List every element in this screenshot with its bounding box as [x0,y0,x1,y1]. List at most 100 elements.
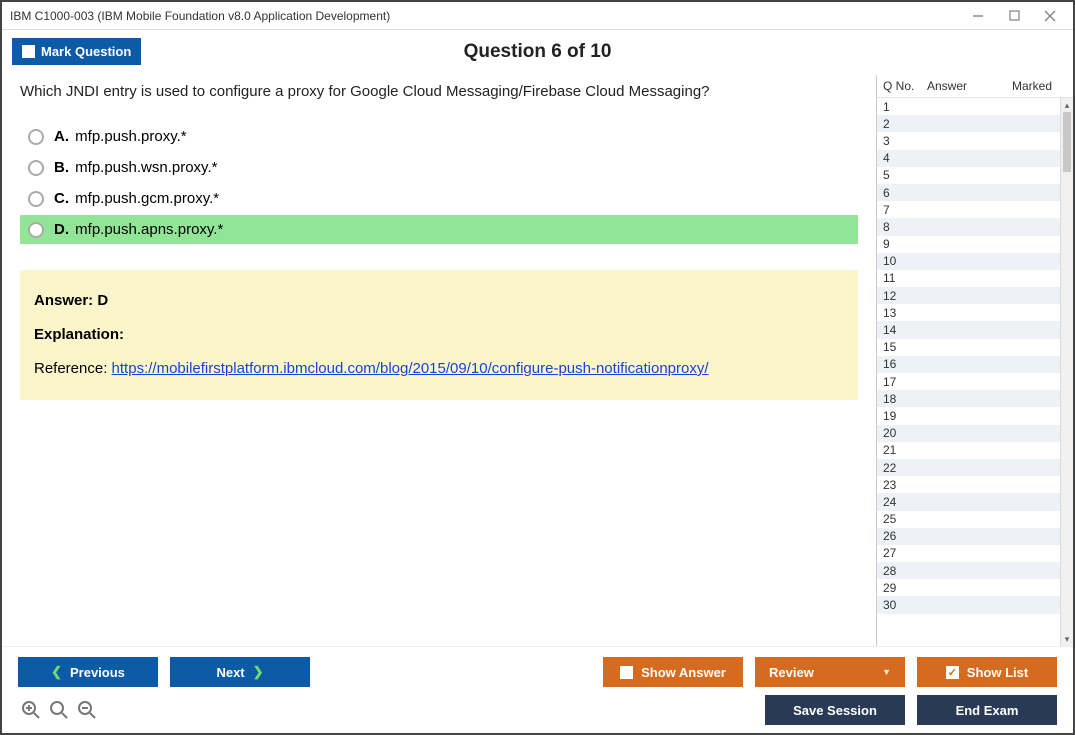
list-item[interactable]: 23 [877,476,1060,493]
review-dropdown[interactable]: Review ▼ [755,657,905,687]
list-item[interactable]: 30 [877,596,1060,613]
list-item[interactable]: 2 [877,115,1060,132]
review-label: Review [769,665,814,680]
mark-question-button[interactable]: Mark Question [12,38,141,65]
zoom-controls [18,699,98,721]
list-item[interactable]: 15 [877,339,1060,356]
scroll-up-icon[interactable]: ▴ [1061,98,1073,112]
answer-explanation-box: Answer: D Explanation: Reference: https:… [20,270,858,400]
sidebar-header: Q No. Answer Marked [877,75,1073,98]
checked-icon: ✓ [946,666,959,679]
list-item[interactable]: 16 [877,356,1060,373]
mark-question-label: Mark Question [41,44,131,59]
sidebar-body: 1234567891011121314151617181920212223242… [877,98,1073,646]
option-D[interactable]: D. mfp.push.apns.proxy.* [20,215,858,244]
chevron-down-icon: ▼ [882,667,891,677]
option-C[interactable]: C. mfp.push.gcm.proxy.* [20,184,858,213]
save-label: Save Session [793,703,877,718]
option-text: C. mfp.push.gcm.proxy.* [54,190,219,207]
next-button[interactable]: Next ❯ [170,657,310,687]
scrollbar[interactable]: ▴ ▾ [1060,98,1073,646]
reference-link[interactable]: https://mobilefirstplatform.ibmcloud.com… [112,360,709,377]
show-list-button[interactable]: ✓ Show List [917,657,1057,687]
list-item[interactable]: 20 [877,425,1060,442]
list-item[interactable]: 28 [877,562,1060,579]
options-list: A. mfp.push.proxy.* B. mfp.push.wsn.proxy… [20,122,858,244]
end-exam-button[interactable]: End Exam [917,695,1057,725]
option-text: B. mfp.push.wsn.proxy.* [54,159,217,176]
maximize-icon[interactable] [1005,7,1023,25]
option-text: A. mfp.push.proxy.* [54,128,187,145]
save-session-button[interactable]: Save Session [765,695,905,725]
list-item[interactable]: 18 [877,390,1060,407]
sidebar-rows: 1234567891011121314151617181920212223242… [877,98,1060,646]
list-item[interactable]: 6 [877,184,1060,201]
list-item[interactable]: 26 [877,528,1060,545]
question-list-sidebar: Q No. Answer Marked 12345678910111213141… [876,75,1073,646]
content-area: Which JNDI entry is used to configure a … [2,75,1073,646]
topbar: Mark Question Question 6 of 10 [2,30,1073,75]
list-item[interactable]: 21 [877,442,1060,459]
list-item[interactable]: 14 [877,321,1060,338]
zoom-in-icon[interactable] [20,699,42,721]
radio-icon [28,191,44,207]
list-item[interactable]: 19 [877,407,1060,424]
list-item[interactable]: 10 [877,253,1060,270]
list-item[interactable]: 29 [877,579,1060,596]
show-answer-label: Show Answer [641,665,726,680]
zoom-reset-icon[interactable] [48,699,70,721]
question-panel: Which JNDI entry is used to configure a … [2,75,876,646]
checkbox-icon [22,45,35,58]
window-title: IBM C1000-003 (IBM Mobile Foundation v8.… [10,9,969,23]
button-row-2: Save Session End Exam [18,695,1057,725]
question-header: Question 6 of 10 [464,41,612,63]
reference-label: Reference: [34,360,112,377]
list-item[interactable]: 4 [877,150,1060,167]
bottom-bar: ❮ Previous Next ❯ Show Answer Review ▼ ✓… [2,646,1073,733]
show-list-label: Show List [967,665,1028,680]
list-item[interactable]: 7 [877,201,1060,218]
button-row-1: ❮ Previous Next ❯ Show Answer Review ▼ ✓… [18,657,1057,687]
next-label: Next [216,665,244,680]
list-item[interactable]: 9 [877,236,1060,253]
col-qno: Q No. [883,79,927,93]
col-marked: Marked [997,79,1067,93]
previous-label: Previous [70,665,125,680]
question-text: Which JNDI entry is used to configure a … [20,81,858,102]
zoom-out-icon[interactable] [76,699,98,721]
option-text: D. mfp.push.apns.proxy.* [54,221,223,238]
previous-button[interactable]: ❮ Previous [18,657,158,687]
list-item[interactable]: 27 [877,545,1060,562]
checkbox-icon [620,666,633,679]
window-controls [969,7,1065,25]
col-answer: Answer [927,79,997,93]
chevron-right-icon: ❯ [253,664,264,680]
show-answer-button[interactable]: Show Answer [603,657,743,687]
explanation-label: Explanation: [34,320,844,350]
list-item[interactable]: 5 [877,167,1060,184]
list-item[interactable]: 24 [877,493,1060,510]
option-A[interactable]: A. mfp.push.proxy.* [20,122,858,151]
scroll-down-icon[interactable]: ▾ [1061,632,1073,646]
option-B[interactable]: B. mfp.push.wsn.proxy.* [20,153,858,182]
reference-line: Reference: https://mobilefirstplatform.i… [34,354,844,384]
titlebar: IBM C1000-003 (IBM Mobile Foundation v8.… [2,2,1073,30]
app-window: IBM C1000-003 (IBM Mobile Foundation v8.… [0,0,1075,735]
end-label: End Exam [956,703,1019,718]
answer-line: Answer: D [34,286,844,316]
list-item[interactable]: 17 [877,373,1060,390]
list-item[interactable]: 1 [877,98,1060,115]
list-item[interactable]: 25 [877,511,1060,528]
close-icon[interactable] [1041,7,1059,25]
scroll-thumb[interactable] [1063,112,1071,172]
list-item[interactable]: 3 [877,132,1060,149]
list-item[interactable]: 12 [877,287,1060,304]
chevron-left-icon: ❮ [51,664,62,680]
list-item[interactable]: 13 [877,304,1060,321]
list-item[interactable]: 22 [877,459,1060,476]
minimize-icon[interactable] [969,7,987,25]
radio-icon [28,222,44,238]
radio-icon [28,129,44,145]
list-item[interactable]: 8 [877,218,1060,235]
list-item[interactable]: 11 [877,270,1060,287]
